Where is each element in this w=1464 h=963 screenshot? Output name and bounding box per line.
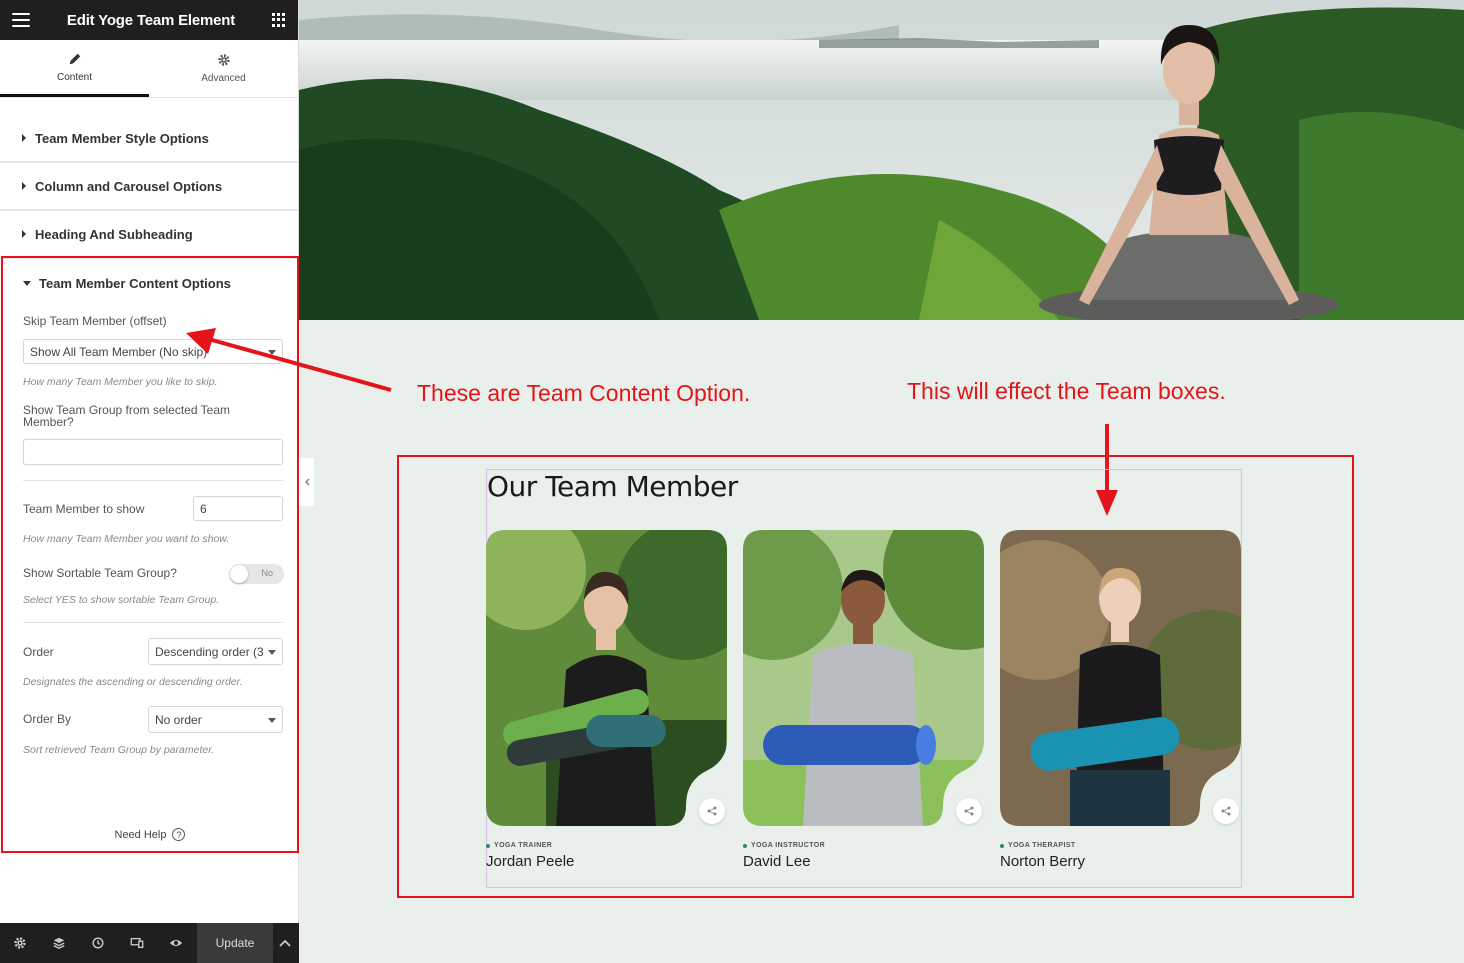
member-name[interactable]: Norton Berry xyxy=(1000,853,1085,870)
sidebar-header: Edit Yoge Team Element xyxy=(0,0,298,40)
help-icon: ? xyxy=(172,828,186,841)
section-team-member-content[interactable]: Team Member Content Options xyxy=(23,276,231,291)
hero-image xyxy=(299,0,1464,320)
chevron-up-icon[interactable] xyxy=(273,923,297,963)
toggle-text: No xyxy=(261,568,273,578)
collapse-panel-button[interactable] xyxy=(299,458,314,506)
role-dot xyxy=(486,843,490,848)
caret-right-icon xyxy=(22,230,26,238)
widgets-grid-icon[interactable] xyxy=(272,13,286,27)
annotation-right: This will effect the Team boxes. xyxy=(907,378,1226,404)
hamburger-menu-icon[interactable] xyxy=(12,13,30,27)
section-label: Column and Carousel Options xyxy=(35,178,223,194)
team-card[interactable]: YOGA TRAINER Jordan Peele xyxy=(486,530,727,875)
skip-select-value: Show All Team Member (No skip) xyxy=(30,344,208,359)
toggle-knob xyxy=(230,565,248,583)
chevron-down-icon xyxy=(268,349,276,355)
annotation-left: These are Team Content Option. xyxy=(417,380,751,406)
member-name[interactable]: David Lee xyxy=(743,853,811,870)
count-input[interactable]: 6 xyxy=(193,496,283,521)
count-label: Team Member to show xyxy=(23,502,145,516)
role-dot xyxy=(1000,843,1004,848)
group-input[interactable] xyxy=(23,439,283,465)
member-role-text: YOGA TRAINER xyxy=(494,842,553,849)
count-input-value: 6 xyxy=(200,501,207,516)
chevron-down-icon xyxy=(268,717,276,723)
tab-advanced-label: Advanced xyxy=(201,73,246,84)
caret-down-icon xyxy=(23,281,31,286)
divider xyxy=(23,480,284,481)
layers-icon[interactable] xyxy=(39,923,78,963)
history-icon[interactable] xyxy=(78,923,117,963)
orderby-label: Order By xyxy=(23,712,72,726)
share-icon[interactable] xyxy=(699,798,725,824)
orderby-hint: Sort retrieved Team Group by parameter. xyxy=(23,744,215,756)
chevron-left-icon xyxy=(304,478,309,486)
section-team-member-style[interactable]: Team Member Style Options xyxy=(0,115,298,163)
skip-select[interactable]: Show All Team Member (No skip) xyxy=(23,339,283,364)
sortable-label: Show Sortable Team Group? xyxy=(23,566,177,580)
order-hint: Designates the ascending or descending o… xyxy=(23,676,243,688)
skip-hint: How many Team Member you like to skip. xyxy=(23,376,218,388)
sidebar-title: Edit Yoge Team Element xyxy=(66,11,236,29)
member-role: YOGA THERAPIST xyxy=(1000,842,1076,849)
sidebar-footer: Update xyxy=(0,923,299,963)
team-card[interactable]: YOGA THERAPIST Norton Berry xyxy=(1000,530,1241,875)
order-label: Order xyxy=(23,645,54,659)
need-help-link[interactable]: Need Help ? xyxy=(3,828,297,841)
tab-content-label: Content xyxy=(56,71,93,83)
skip-label: Skip Team Member (offset) xyxy=(23,314,167,328)
tab-advanced[interactable]: Advanced xyxy=(149,40,298,97)
member-name[interactable]: Jordan Peele xyxy=(486,853,574,870)
tab-content[interactable]: Content xyxy=(0,40,149,97)
sortable-hint: Select YES to show sortable Team Group. xyxy=(23,594,220,606)
divider xyxy=(23,622,284,623)
sortable-toggle[interactable]: No xyxy=(229,564,284,584)
share-icon[interactable] xyxy=(1213,798,1239,824)
order-select-value: Descending order (3 xyxy=(155,644,264,659)
section-label: Team Member Style Options xyxy=(35,130,209,146)
team-member-photo xyxy=(486,530,727,826)
update-button[interactable]: Update xyxy=(197,923,273,963)
team-heading: Our Team Member xyxy=(487,470,738,503)
order-select[interactable]: Descending order (3 xyxy=(148,638,283,665)
need-help-label: Need Help xyxy=(114,828,167,841)
preview-icon[interactable] xyxy=(156,923,195,963)
member-role: YOGA INSTRUCTOR xyxy=(743,842,825,849)
member-role-text: YOGA THERAPIST xyxy=(1008,842,1076,849)
role-dot xyxy=(743,843,747,848)
caret-right-icon xyxy=(22,182,26,190)
member-role: YOGA TRAINER xyxy=(486,842,552,849)
team-member-photo xyxy=(743,530,984,826)
chevron-down-icon xyxy=(268,649,276,655)
section-heading-subheading[interactable]: Heading And Subheading xyxy=(0,211,298,259)
team-card[interactable]: YOGA INSTRUCTOR David Lee xyxy=(743,530,984,875)
gear-icon xyxy=(217,54,230,66)
member-role-text: YOGA INSTRUCTOR xyxy=(751,842,826,849)
caret-right-icon xyxy=(22,134,26,142)
group-label: Show Team Group from selected Team Membe… xyxy=(23,403,230,429)
count-hint: How many Team Member you want to show. xyxy=(23,533,230,545)
section-label: Team Member Content Options xyxy=(39,276,231,291)
team-content-options-panel: Team Member Content Options Skip Team Me… xyxy=(1,256,299,853)
section-column-carousel[interactable]: Column and Carousel Options xyxy=(0,163,298,211)
settings-icon[interactable] xyxy=(0,923,39,963)
responsive-icon[interactable] xyxy=(117,923,156,963)
share-icon[interactable] xyxy=(956,798,982,824)
orderby-select[interactable]: No order xyxy=(148,706,283,733)
section-label: Heading And Subheading xyxy=(35,226,193,242)
orderby-select-value: No order xyxy=(155,712,202,727)
pencil-icon xyxy=(69,53,80,64)
team-member-photo xyxy=(1000,530,1241,826)
panel-tabs: Content Advanced xyxy=(0,40,298,98)
